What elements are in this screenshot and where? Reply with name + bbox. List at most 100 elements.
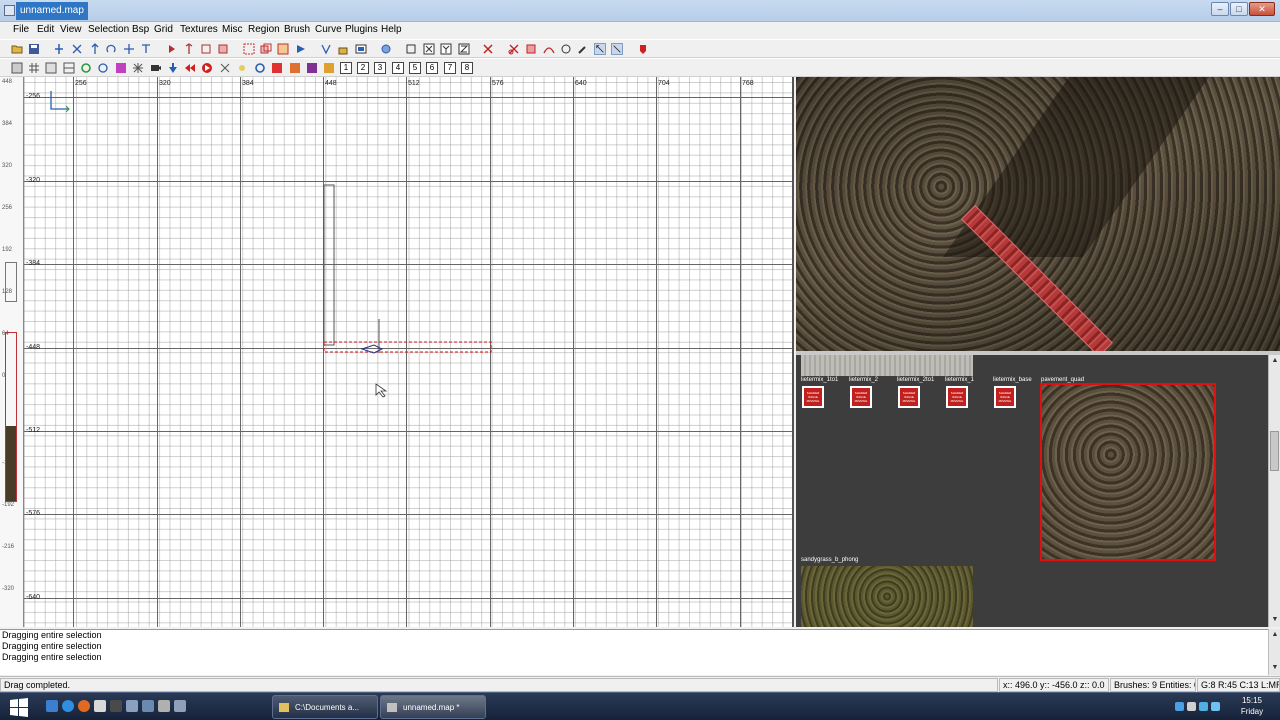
- component-icon[interactable]: [63, 62, 75, 74]
- select-partial-tall-icon[interactable]: [200, 43, 212, 55]
- rotate-z-icon[interactable]: [140, 43, 152, 55]
- menu-grid[interactable]: Grid: [154, 24, 173, 35]
- menu-brush[interactable]: Brush: [284, 24, 310, 35]
- ie-icon[interactable]: [62, 700, 74, 712]
- scale-tool-icon[interactable]: [611, 43, 623, 55]
- face-select-icon[interactable]: [45, 62, 57, 74]
- texture-item[interactable]: lietermix_2to1 SHADER IMAGE MISSING: [897, 377, 945, 411]
- maximize-button[interactable]: □: [1230, 2, 1248, 16]
- yellow-square-icon[interactable]: [323, 62, 335, 74]
- hollow-icon[interactable]: [277, 43, 289, 55]
- view-x-icon[interactable]: [423, 43, 435, 55]
- app-quick-icon[interactable]: [158, 700, 170, 712]
- texture-item[interactable]: lietermix_1 SHADER IMAGE MISSING: [945, 377, 993, 411]
- select-complete-tall-icon[interactable]: [166, 43, 178, 55]
- sphere-icon[interactable]: [97, 62, 109, 74]
- scroll-down-icon[interactable]: ▼: [1270, 615, 1280, 625]
- red-square-icon[interactable]: [271, 62, 283, 74]
- taskbar-item-documents[interactable]: C:\Documents a...: [272, 695, 378, 719]
- network-icon[interactable]: [1175, 702, 1184, 711]
- curve-icon[interactable]: [543, 43, 555, 55]
- camera-icon[interactable]: [150, 62, 162, 74]
- patch-icon[interactable]: [525, 43, 537, 55]
- texture-browser[interactable]: lietermix_1to1 SHADER IMAGE MISSING liet…: [796, 355, 1268, 627]
- texture-item[interactable]: lietermix_base SHADER IMAGE MISSING: [993, 377, 1039, 411]
- flip-x-icon[interactable]: [53, 43, 65, 55]
- app-quick-icon[interactable]: [110, 700, 122, 712]
- explorer-icon[interactable]: [94, 700, 106, 712]
- desktop-icon[interactable]: [46, 700, 58, 712]
- grid-size-3-button[interactable]: 3: [374, 62, 386, 74]
- minimize-button[interactable]: –: [1211, 2, 1229, 16]
- texture-lock-icon[interactable]: [337, 43, 349, 55]
- app-quick-icon[interactable]: [126, 700, 138, 712]
- save-icon[interactable]: [28, 43, 40, 55]
- volume-icon[interactable]: [1187, 702, 1196, 711]
- grid-size-8-button[interactable]: 8: [461, 62, 473, 74]
- move-tool-icon[interactable]: [594, 43, 606, 55]
- select-inside-icon[interactable]: [217, 43, 229, 55]
- prev-icon[interactable]: [184, 62, 196, 74]
- start-button-icon[interactable]: [7, 696, 31, 718]
- tray-app-icon[interactable]: [1211, 702, 1220, 711]
- menu-plugins[interactable]: Plugins: [345, 24, 378, 35]
- rotate-y-icon[interactable]: [123, 43, 135, 55]
- entity-icon[interactable]: [132, 62, 144, 74]
- grid-size-7-button[interactable]: 7: [444, 62, 456, 74]
- menu-curve[interactable]: Curve: [315, 24, 342, 35]
- grid-size-6-button[interactable]: 6: [426, 62, 438, 74]
- scroll-up-icon[interactable]: ▲: [1270, 630, 1280, 640]
- menu-region[interactable]: Region: [248, 24, 280, 35]
- scroll-thumb[interactable]: [1270, 431, 1279, 471]
- view-3d-icon[interactable]: [405, 43, 417, 55]
- texture-icon[interactable]: [115, 62, 127, 74]
- rotate-icon[interactable]: [254, 62, 266, 74]
- selected-brush[interactable]: [323, 341, 492, 353]
- texture-thumb[interactable]: [801, 566, 973, 627]
- rotate-x-icon[interactable]: [106, 43, 118, 55]
- bend-icon[interactable]: [560, 43, 572, 55]
- z-view-ruler[interactable]: 448 384 320 256 192 128 64 0 -128 -192 -…: [0, 77, 24, 627]
- menu-view[interactable]: View: [60, 24, 82, 35]
- texture-thumb-partial[interactable]: [801, 355, 973, 376]
- orange-square-icon[interactable]: [289, 62, 301, 74]
- select-touching-icon[interactable]: [183, 43, 195, 55]
- menu-bsp[interactable]: Bsp: [132, 24, 149, 35]
- change-views-icon[interactable]: [320, 43, 332, 55]
- menu-misc[interactable]: Misc: [222, 24, 243, 35]
- clipper-icon[interactable]: [295, 43, 307, 55]
- grid-size-1-button[interactable]: 1: [340, 62, 352, 74]
- csg-merge-icon[interactable]: [260, 43, 272, 55]
- entity-list-icon[interactable]: [380, 43, 392, 55]
- texture-scrollbar[interactable]: ▲ ▼: [1268, 355, 1280, 627]
- csg-subtract-icon[interactable]: [243, 43, 255, 55]
- flip-y-icon[interactable]: [71, 43, 83, 55]
- refresh-icon[interactable]: [80, 62, 92, 74]
- app-quick-icon[interactable]: [142, 700, 154, 712]
- light-icon[interactable]: [236, 62, 248, 74]
- console-scrollbar[interactable]: ▲ ▼: [1268, 629, 1280, 675]
- taskbar-item-radiant[interactable]: unnamed.map *: [380, 695, 486, 719]
- taskbar-clock[interactable]: 15:15 Friday: [1228, 695, 1276, 717]
- app-quick-icon[interactable]: [174, 700, 186, 712]
- view-z-icon[interactable]: [458, 43, 470, 55]
- next-icon[interactable]: [201, 62, 213, 74]
- grid-2d-view[interactable]: 256 320 384 448 512 576 640 704 768 -256…: [24, 77, 794, 627]
- brush-outline[interactable]: [323, 184, 335, 346]
- scissor-icon[interactable]: [508, 43, 520, 55]
- scroll-down-icon[interactable]: ▼: [1270, 663, 1280, 673]
- texture-item[interactable]: lietermix_1to1 SHADER IMAGE MISSING: [801, 377, 849, 411]
- scroll-up-icon[interactable]: ▲: [1270, 356, 1280, 366]
- menu-help[interactable]: Help: [381, 24, 402, 35]
- menu-edit[interactable]: Edit: [37, 24, 54, 35]
- menu-textures[interactable]: Textures: [180, 24, 218, 35]
- tray-app-icon[interactable]: [1199, 702, 1208, 711]
- close-button[interactable]: ✕: [1249, 2, 1275, 16]
- purple-square-icon[interactable]: [306, 62, 318, 74]
- shader-icon[interactable]: [637, 43, 649, 55]
- texture-thumb-selected[interactable]: [1040, 383, 1216, 561]
- cut-icon[interactable]: [482, 43, 494, 55]
- grid-size-5-button[interactable]: 5: [409, 62, 421, 74]
- firefox-icon[interactable]: [78, 700, 90, 712]
- texture-item[interactable]: lietermix_2 SHADER IMAGE MISSING: [849, 377, 897, 411]
